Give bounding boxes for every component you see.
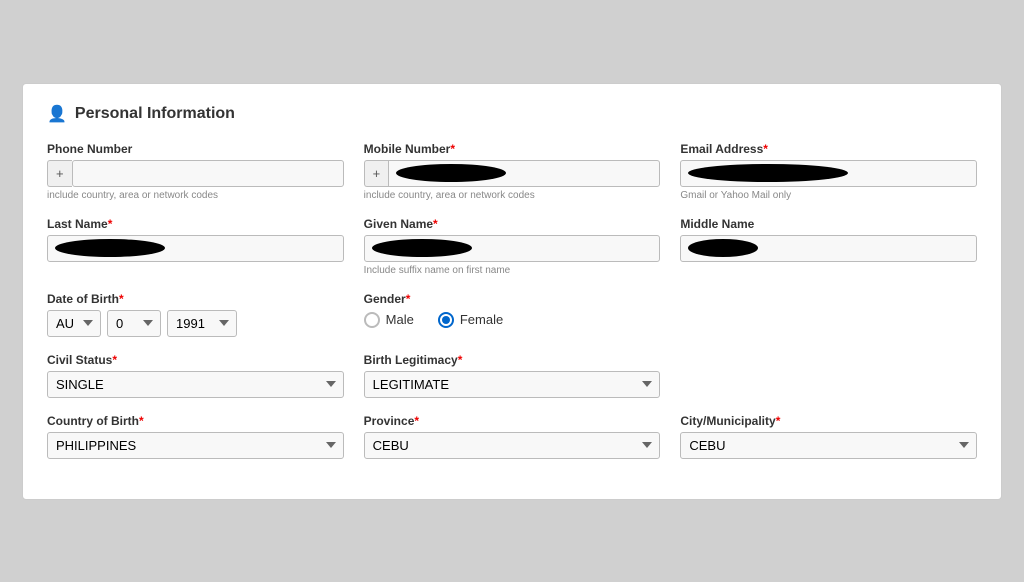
dob-selects: AU 01 02 03 04 05 06 07 08 09 10 11 12 0… [47,310,344,337]
province-field: Province* CEBU MANILA DAVAO ILOILO OTHER… [364,414,661,459]
city-municipality-select[interactable]: CEBU MANILA DAVAO ILOILO OTHERS [680,432,977,459]
phone-input[interactable] [72,160,344,187]
dob-field: Date of Birth* AU 01 02 03 04 05 06 07 0… [47,292,344,337]
gender-option-male[interactable]: Male [364,312,414,328]
email-field: Email Address* Gmail or Yahoo Mail only [680,142,977,201]
phone-label: Phone Number [47,142,344,156]
givenname-input-wrapper [364,235,661,262]
section-title: 👤 Personal Information [47,104,977,124]
person-icon: 👤 [47,104,67,124]
mobile-input-wrapper [388,160,660,187]
row-contact: Phone Number + include country, area or … [47,142,977,201]
lastname-input[interactable] [47,235,344,262]
personal-information-card: 👤 Personal Information Phone Number + in… [22,83,1002,500]
middlename-label: Middle Name [680,217,977,231]
gender-option-female[interactable]: Female [438,312,503,328]
country-of-birth-field: Country of Birth* PHILIPPINES USA CANADA… [47,414,344,459]
gender-spacer [680,292,977,337]
phone-input-group: + [47,160,344,187]
birth-legitimacy-select[interactable]: LEGITIMATE ILLEGITIMATE [364,371,661,398]
radio-female[interactable] [438,312,454,328]
gender-field: Gender* Male Female [364,292,661,337]
gender-female-label: Female [460,312,503,327]
givenname-input[interactable] [364,235,661,262]
email-label: Email Address* [680,142,977,156]
givenname-field: Given Name* Include suffix name on first… [364,217,661,276]
mobile-input-group: + [364,160,661,187]
province-label: Province* [364,414,661,428]
middlename-input[interactable] [680,235,977,262]
email-input[interactable] [680,160,977,187]
lastname-field: Last Name* [47,217,344,276]
givenname-label: Given Name* [364,217,661,231]
country-of-birth-select[interactable]: PHILIPPINES USA CANADA AUSTRALIA OTHERS [47,432,344,459]
lastname-label: Last Name* [47,217,344,231]
mobile-field: Mobile Number* + include country, area o… [364,142,661,201]
birth-legitimacy-field: Birth Legitimacy* LEGITIMATE ILLEGITIMAT… [364,353,661,398]
section-title-text: Personal Information [75,105,235,123]
lastname-input-wrapper [47,235,344,262]
country-of-birth-label: Country of Birth* [47,414,344,428]
mobile-label: Mobile Number* [364,142,661,156]
civil-status-select[interactable]: SINGLE MARRIED WIDOWED SEPARATED ANNULLE… [47,371,344,398]
mobile-input[interactable] [388,160,660,187]
email-hint: Gmail or Yahoo Mail only [680,190,977,201]
mobile-hint: include country, area or network codes [364,190,661,201]
province-select[interactable]: CEBU MANILA DAVAO ILOILO OTHERS [364,432,661,459]
dob-year-select[interactable]: 1991 1990 1989 1985 1980 [167,310,237,337]
row-dob-gender: Date of Birth* AU 01 02 03 04 05 06 07 0… [47,292,977,337]
city-municipality-label: City/Municipality* [680,414,977,428]
birth-legitimacy-label: Birth Legitimacy* [364,353,661,367]
gender-label: Gender* [364,292,661,306]
mobile-prefix: + [364,160,389,187]
row-civil-legitimacy: Civil Status* SINGLE MARRIED WIDOWED SEP… [47,353,977,398]
gender-options: Male Female [364,312,661,328]
row-location: Country of Birth* PHILIPPINES USA CANADA… [47,414,977,459]
middlename-input-wrapper [680,235,977,262]
city-municipality-field: City/Municipality* CEBU MANILA DAVAO ILO… [680,414,977,459]
legitimacy-spacer [680,353,977,398]
civil-status-label: Civil Status* [47,353,344,367]
civil-status-field: Civil Status* SINGLE MARRIED WIDOWED SEP… [47,353,344,398]
givenname-hint: Include suffix name on first name [364,265,661,276]
phone-field: Phone Number + include country, area or … [47,142,344,201]
gender-male-label: Male [386,312,414,327]
email-input-wrapper [680,160,977,187]
radio-male[interactable] [364,312,380,328]
phone-hint: include country, area or network codes [47,190,344,201]
dob-day-select[interactable]: 0 1 2 3 4 5 6 7 8 9 10 15 20 25 28 29 30 [107,310,161,337]
dob-label: Date of Birth* [47,292,344,306]
middlename-field: Middle Name [680,217,977,276]
phone-prefix: + [47,160,72,187]
dob-month-select[interactable]: AU 01 02 03 04 05 06 07 08 09 10 11 12 [47,310,101,337]
row-names: Last Name* Given Name* Include suffix na… [47,217,977,276]
